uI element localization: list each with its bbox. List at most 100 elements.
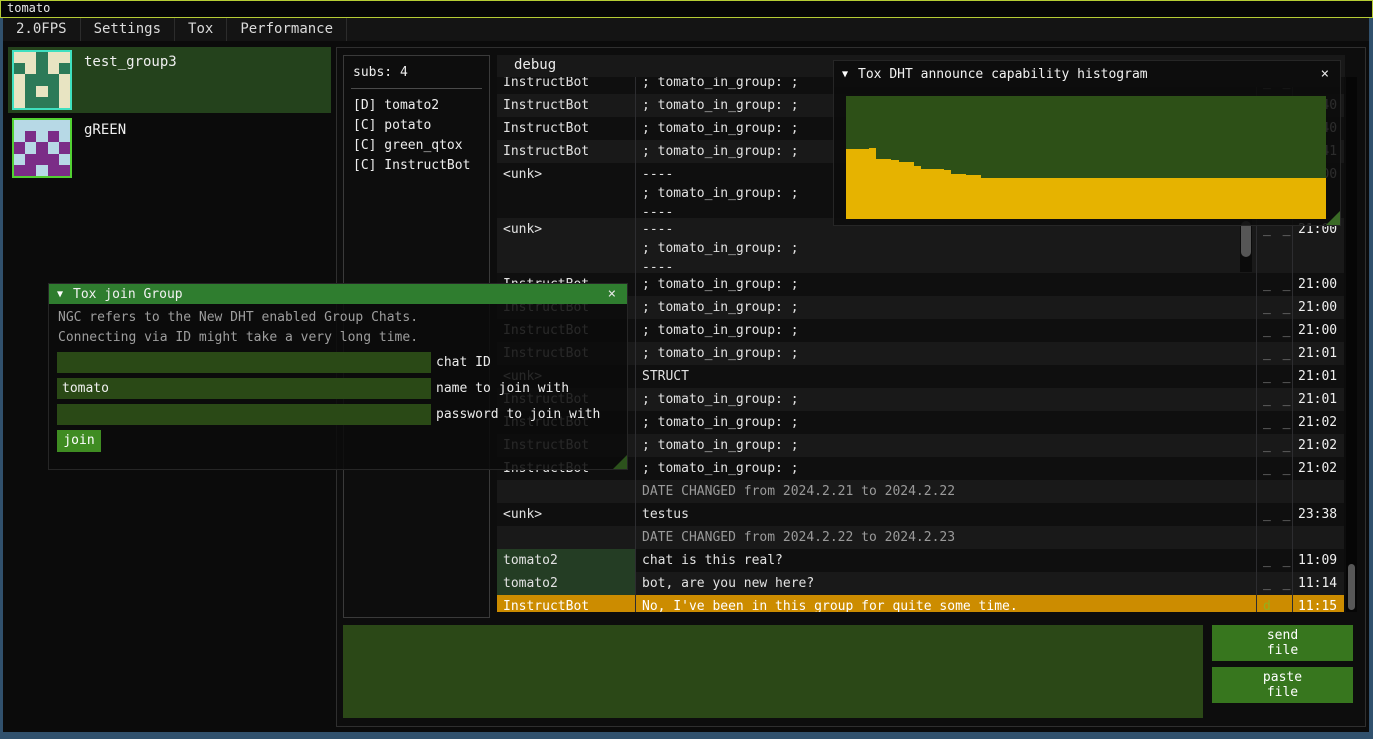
histogram-bar [876, 159, 884, 219]
avatar-pixel [59, 86, 70, 97]
paste-file-button[interactable]: paste file [1212, 667, 1353, 703]
avatar-pixel [59, 63, 70, 74]
sender-name [497, 526, 635, 549]
member-item[interactable]: [C] green_qtox [344, 136, 489, 156]
histogram-bar [1191, 178, 1199, 219]
sender-name: InstructBot [497, 140, 635, 163]
join-dialog-titlebar[interactable]: ▼ Tox join Group × [49, 284, 627, 304]
message-text: ; tomato_in_group: ; [635, 457, 1256, 480]
histogram-bar [1041, 178, 1049, 219]
message-cell-scrollbar[interactable] [1240, 219, 1252, 272]
message-text: ; tomato_in_group: ; [635, 434, 1256, 457]
message-status: _ _ [1256, 572, 1292, 595]
send-file-button[interactable]: send file [1212, 625, 1353, 661]
message-time: 21:00 [1292, 273, 1344, 296]
collapse-arrow-icon[interactable]: ▼ [842, 69, 848, 80]
group-name: test_group3 [84, 54, 177, 70]
group-list: test_group3 gREEN [8, 47, 331, 187]
date-changed-text: DATE CHANGED from 2024.2.22 to 2024.2.23 [642, 526, 1256, 549]
histogram-bar [1304, 178, 1312, 219]
join-password-label: password to join with [436, 406, 600, 423]
histogram-bar [996, 178, 1004, 219]
message-row[interactable]: tomato2bot, are you new here?_ _11:14 [497, 572, 1344, 595]
sender-name: <unk> [497, 218, 635, 273]
message-time: 21:01 [1292, 342, 1344, 365]
avatar-pixel [25, 63, 36, 74]
date-changed-text: DATE CHANGED from 2024.2.21 to 2024.2.22 [642, 480, 1256, 503]
message-status [1256, 526, 1292, 549]
histogram-window-titlebar[interactable]: ▼ Tox DHT announce capability histogram … [834, 61, 1340, 87]
chat-scrollbar-handle[interactable] [1348, 564, 1355, 610]
message-text: DATE CHANGED from 2024.2.21 to 2024.2.22 [635, 480, 1256, 503]
histogram-bar [1289, 178, 1297, 219]
member-item[interactable]: [C] InstructBot [344, 156, 489, 176]
histogram-bar [966, 175, 974, 219]
chat-id-input[interactable] [57, 352, 431, 373]
message-status: _ _ [1256, 411, 1292, 434]
menu-item-tox[interactable]: Tox [175, 18, 227, 41]
histogram-bar [846, 149, 854, 219]
avatar-pixel [14, 52, 25, 63]
histogram-bar [1049, 178, 1057, 219]
histogram-bar [1266, 178, 1274, 219]
sender-name: tomato2 [497, 549, 635, 572]
message-row[interactable]: DATE CHANGED from 2024.2.22 to 2024.2.23 [497, 526, 1344, 549]
message-time: 21:01 [1292, 388, 1344, 411]
message-status: _ _ [1256, 503, 1292, 526]
histogram-bar [1154, 178, 1162, 219]
histogram-bar [1184, 178, 1192, 219]
message-row[interactable]: <unk>testus_ _23:38 [497, 503, 1344, 526]
message-text: ; tomato_in_group: ; [635, 296, 1256, 319]
avatar-pixel [25, 74, 36, 85]
avatar-pixel [14, 120, 25, 131]
histogram-bar [1079, 178, 1087, 219]
histogram-bar [884, 159, 892, 219]
join-password-input[interactable] [57, 404, 431, 425]
histogram-bar [1169, 178, 1177, 219]
avatar-pixel [48, 86, 59, 97]
avatar-pixel [36, 74, 47, 85]
avatar-pixel [59, 142, 70, 153]
message-time: 21:00 [1292, 296, 1344, 319]
histogram-bar [1244, 178, 1252, 219]
member-item[interactable]: [D] tomato2 [344, 96, 489, 116]
histogram-bar [1056, 178, 1064, 219]
message-cell-scrollbar-handle[interactable] [1241, 221, 1251, 257]
message-row[interactable]: InstructBotNo, I've been in this group f… [497, 595, 1344, 612]
close-icon[interactable]: × [605, 286, 619, 302]
histogram-window: ▼ Tox DHT announce capability histogram … [833, 60, 1341, 226]
histogram-bar [869, 148, 877, 219]
chat-scrollbar[interactable] [1346, 77, 1357, 612]
separator [351, 88, 482, 89]
group-item-test_group3[interactable]: test_group3 [8, 47, 331, 113]
avatar-pixel [25, 165, 36, 176]
group-item-gREEN[interactable]: gREEN [8, 115, 331, 181]
window-titlebar[interactable]: tomato [0, 0, 1373, 18]
avatar-pixel [25, 142, 36, 153]
message-row[interactable]: DATE CHANGED from 2024.2.21 to 2024.2.22 [497, 480, 1344, 503]
avatar-pixel [48, 131, 59, 142]
member-item[interactable]: [C] potato [344, 116, 489, 136]
join-name-input[interactable]: tomato [57, 378, 431, 399]
avatar-pixel [48, 63, 59, 74]
message-row[interactable]: <unk>----; tomato_in_group: ;----_ _21:0… [497, 218, 1344, 273]
avatar-pixel [14, 142, 25, 153]
delivery-status: d [1263, 599, 1283, 612]
avatar-pixel [14, 165, 25, 176]
message-input[interactable] [343, 625, 1203, 718]
histogram-bar [989, 178, 997, 219]
message-time: 23:38 [1292, 503, 1344, 526]
close-icon[interactable]: × [1318, 66, 1332, 82]
message-text: ----; tomato_in_group: ;---- [635, 218, 1256, 273]
resize-grip[interactable] [1326, 211, 1340, 225]
message-row[interactable]: tomato2chat is this real?_ _11:09 [497, 549, 1344, 572]
collapse-arrow-icon[interactable]: ▼ [57, 289, 63, 300]
menu-item-settings[interactable]: Settings [81, 18, 175, 41]
resize-grip[interactable] [613, 455, 627, 469]
menu-item-performance[interactable]: Performance [227, 18, 347, 41]
histogram-bar [959, 174, 967, 220]
histogram-bar [1019, 178, 1027, 219]
histogram-bar [1011, 178, 1019, 219]
join-button[interactable]: join [57, 430, 101, 452]
avatar-pixel [14, 74, 25, 85]
